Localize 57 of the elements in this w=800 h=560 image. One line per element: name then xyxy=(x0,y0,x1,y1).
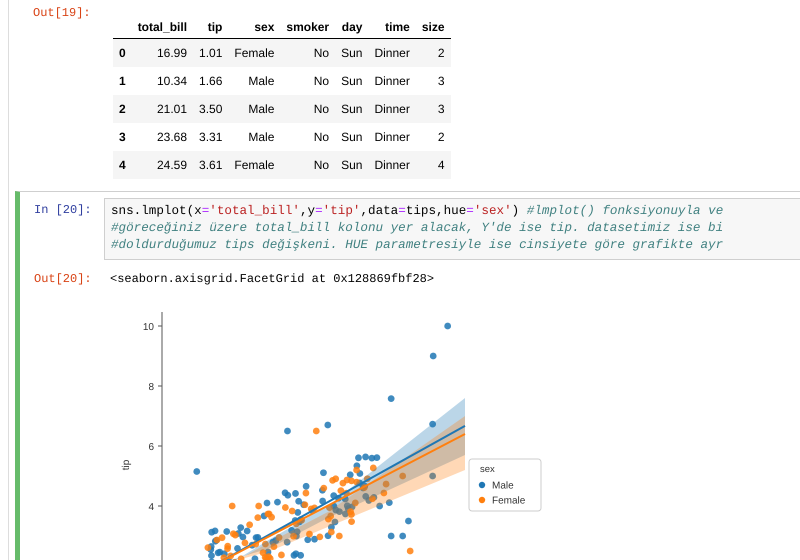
table-cell: 21.01 xyxy=(132,95,194,123)
table-cell: Male xyxy=(228,123,280,151)
table-cell: 3.61 xyxy=(193,151,228,179)
legend-label: Female xyxy=(492,496,526,506)
table-cell: Sun xyxy=(335,151,368,179)
table-cell: 2 xyxy=(416,38,451,67)
row-index: 4 xyxy=(113,151,132,179)
table-cell: Female xyxy=(228,151,280,179)
table-cell: No xyxy=(280,67,336,95)
output-prompt: Out[20]: xyxy=(33,272,93,286)
table-cell: 3 xyxy=(416,67,451,95)
row-index: 0 xyxy=(113,38,132,67)
table-cell: 23.68 xyxy=(132,123,194,151)
table-cell: 3.50 xyxy=(193,95,228,123)
row-index: 3 xyxy=(113,123,132,151)
output-prompt: Out[19]: xyxy=(32,6,92,22)
table-cell: 1.01 xyxy=(193,38,228,67)
table-cell: Dinner xyxy=(368,38,416,67)
table-cell: 1.66 xyxy=(193,67,228,95)
table-cell: Female xyxy=(228,38,280,67)
table-cell: 3 xyxy=(416,95,451,123)
table-cell: 24.59 xyxy=(132,151,194,179)
table-cell: No xyxy=(280,95,336,123)
table-cell: 16.99 xyxy=(132,38,194,67)
legend-label: Male xyxy=(492,480,514,492)
tick-label: 8 xyxy=(148,382,154,393)
legend-title: sex xyxy=(480,464,495,475)
tick-label: 4 xyxy=(148,502,154,513)
table-cell: No xyxy=(280,151,336,179)
table-cell: Male xyxy=(228,67,280,95)
code-editor[interactable] xyxy=(104,198,800,260)
row-index: 2 xyxy=(113,95,132,123)
tick-label: 6 xyxy=(148,442,154,453)
output-text: <seaborn.axisgrid.FacetGrid at 0x128869fbf28> xyxy=(109,272,434,286)
table-cell: Dinner xyxy=(368,123,416,151)
table-cell: Sun xyxy=(335,95,368,123)
code-cell[interactable] xyxy=(15,191,800,560)
table-cell: Dinner xyxy=(368,67,416,95)
axis-label: tip xyxy=(121,460,132,470)
table-cell: Sun xyxy=(335,67,368,95)
table-cell: No xyxy=(280,38,336,67)
table-cell: Sun xyxy=(335,38,368,67)
table-cell: 2 xyxy=(416,123,451,151)
table-cell: 3.31 xyxy=(193,123,228,151)
code-line: #göreceğiniz üzere total_bill kolonu yer alacak, Y'de ise tip. datasetimiz ise bi xyxy=(111,220,724,237)
table-cell: Male xyxy=(228,95,280,123)
table-cell: No xyxy=(280,123,336,151)
table-cell: 4 xyxy=(416,151,451,179)
table-cell: Sun xyxy=(335,123,368,151)
table-cell: 10.34 xyxy=(132,67,194,95)
input-prompt: In [20]: xyxy=(33,202,93,219)
code-line: sns.lmplot(x='total_bill',y='tip',data=tips,hue='sex') #lmplot() fonksiyonuyla ve xyxy=(111,203,724,220)
table-cell: Dinner xyxy=(368,95,416,123)
code-line: #doldurduğumuz tips değişkeni. HUE parametresiyle ise cinsiyete göre grafikte ayr xyxy=(111,237,724,254)
tick-label: 10 xyxy=(142,322,154,333)
table-cell: Dinner xyxy=(368,151,416,179)
row-index: 1 xyxy=(113,67,132,95)
